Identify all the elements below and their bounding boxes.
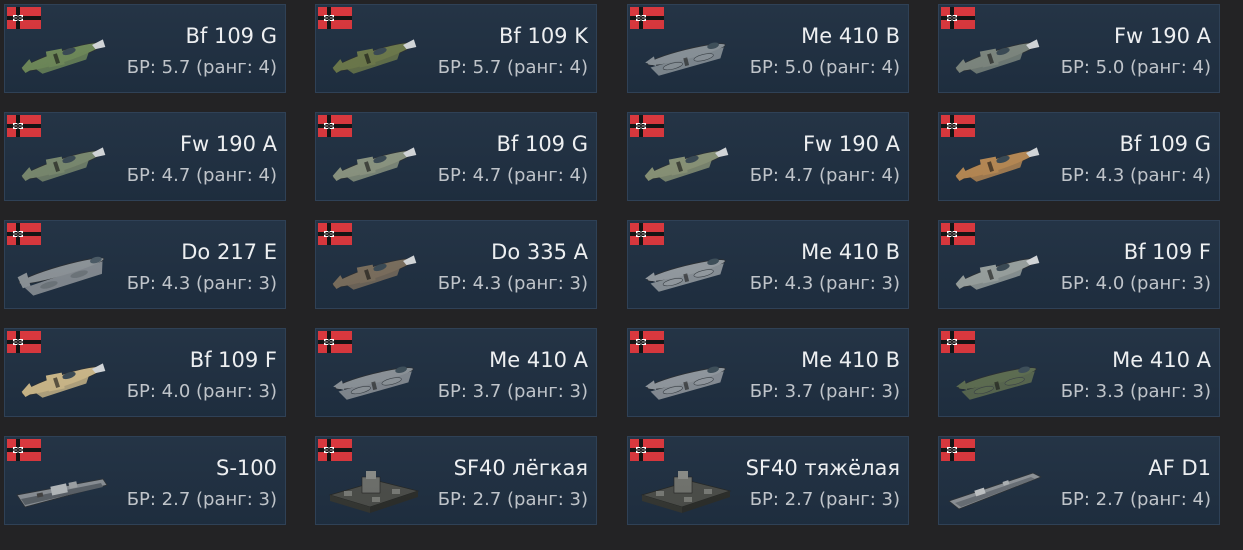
torpedo-boat-icon <box>16 478 108 508</box>
vehicle-card[interactable]: Fw 190 A БР: 4.7 (ранг: 4) <box>627 112 909 201</box>
vehicle-card[interactable]: Bf 109 G БР: 5.7 (ранг: 4) <box>4 4 286 93</box>
vehicle-card[interactable]: Fw 190 A БР: 5.0 (ранг: 4) <box>938 4 1220 93</box>
fighter-plane-icon <box>332 39 417 74</box>
battle-rating: БР: 4.7 (ранг: 4) <box>437 165 588 186</box>
fighter-plane-icon <box>955 39 1040 74</box>
vehicle-card[interactable]: SF40 лёгкая БР: 2.7 (ранг: 3) <box>315 436 597 525</box>
vehicle-card[interactable]: SF40 тяжёлая БР: 2.7 (ранг: 3) <box>627 436 909 525</box>
battle-rating: БР: 4.0 (ранг: 3) <box>1060 273 1211 294</box>
battle-rating: БР: 3.7 (ранг: 3) <box>437 381 588 402</box>
vehicle-name: Me 410 A <box>489 348 588 372</box>
battle-rating: БР: 4.3 (ранг: 3) <box>749 273 900 294</box>
vehicle-name: Fw 190 A <box>1113 24 1211 48</box>
fighter-plane-icon <box>955 255 1040 290</box>
fighter-plane-icon <box>21 363 106 398</box>
fighter-plane-icon <box>644 147 729 182</box>
vehicle-name: Bf 109 G <box>496 132 588 156</box>
ferry-barge-icon <box>640 471 732 513</box>
battle-rating: БР: 2.7 (ранг: 3) <box>437 489 588 510</box>
vehicle-name: Bf 109 F <box>1123 240 1211 264</box>
battle-rating: БР: 4.3 (ранг: 3) <box>437 273 588 294</box>
vehicle-name: Bf 109 G <box>185 24 277 48</box>
battle-rating: БР: 2.7 (ранг: 3) <box>126 489 277 510</box>
battle-rating: БР: 5.7 (ранг: 4) <box>437 57 588 78</box>
battle-rating: БР: 5.0 (ранг: 4) <box>749 57 900 78</box>
fighter-plane-icon <box>21 39 106 74</box>
vehicle-card[interactable]: Me 410 B БР: 5.0 (ранг: 4) <box>627 4 909 93</box>
ferry-barge-icon <box>328 471 420 513</box>
vehicle-card[interactable]: Bf 109 G БР: 4.3 (ранг: 4) <box>938 112 1220 201</box>
twin-engine-plane-icon <box>645 42 726 76</box>
vehicle-card[interactable]: Me 410 A БР: 3.7 (ранг: 3) <box>315 328 597 417</box>
vehicle-card[interactable]: S-100 БР: 2.7 (ранг: 3) <box>4 436 286 525</box>
vehicle-name: Fw 190 A <box>802 132 900 156</box>
vehicle-card[interactable]: Bf 109 G БР: 4.7 (ранг: 4) <box>315 112 597 201</box>
battle-rating: БР: 3.3 (ранг: 3) <box>1060 381 1211 402</box>
landing-craft-icon <box>948 472 1042 510</box>
twin-engine-plane-icon <box>333 366 414 400</box>
battle-rating: БР: 2.7 (ранг: 4) <box>1060 489 1211 510</box>
vehicle-name: Do 335 A <box>491 240 588 264</box>
vehicle-name: Bf 109 G <box>1119 132 1211 156</box>
bomber-plane-icon <box>17 256 105 296</box>
twin-engine-plane-icon <box>956 366 1037 400</box>
vehicle-name: Me 410 B <box>801 24 900 48</box>
battle-rating: БР: 3.7 (ранг: 3) <box>749 381 900 402</box>
vehicle-name: Me 410 A <box>1112 348 1211 372</box>
battle-rating: БР: 4.7 (ранг: 4) <box>126 165 277 186</box>
vehicle-name: SF40 лёгкая <box>453 456 588 480</box>
fighter-plane-icon <box>955 147 1040 182</box>
battle-rating: БР: 4.0 (ранг: 3) <box>126 381 277 402</box>
vehicle-name: SF40 тяжёлая <box>745 456 900 480</box>
vehicle-card[interactable]: Fw 190 A БР: 4.7 (ранг: 4) <box>4 112 286 201</box>
vehicle-name: Me 410 B <box>801 240 900 264</box>
vehicle-card[interactable]: Bf 109 F БР: 4.0 (ранг: 3) <box>4 328 286 417</box>
vehicle-card[interactable]: Bf 109 F БР: 4.0 (ранг: 3) <box>938 220 1220 309</box>
vehicle-card[interactable]: Bf 109 K БР: 5.7 (ранг: 4) <box>315 4 597 93</box>
twin-engine-plane-icon <box>645 258 726 292</box>
vehicle-name: S-100 <box>216 456 277 480</box>
twin-engine-plane-icon <box>645 366 726 400</box>
battle-rating: БР: 4.7 (ранг: 4) <box>749 165 900 186</box>
vehicle-card[interactable]: Me 410 B БР: 3.7 (ранг: 3) <box>627 328 909 417</box>
battle-rating: БР: 5.0 (ранг: 4) <box>1060 57 1211 78</box>
vehicle-name: Bf 109 F <box>189 348 277 372</box>
vehicle-name: Bf 109 K <box>498 24 588 48</box>
vehicle-card[interactable]: Do 335 A БР: 4.3 (ранг: 3) <box>315 220 597 309</box>
vehicle-name: Fw 190 A <box>179 132 277 156</box>
vehicle-name: Me 410 B <box>801 348 900 372</box>
vehicle-card[interactable]: AF D1 БР: 2.7 (ранг: 4) <box>938 436 1220 525</box>
vehicle-card[interactable]: Do 217 E БР: 4.3 (ранг: 3) <box>4 220 286 309</box>
vehicle-card[interactable]: Me 410 B БР: 4.3 (ранг: 3) <box>627 220 909 309</box>
vehicle-grid: Bf 109 G БР: 5.7 (ранг: 4) Bf 109 K БР: … <box>0 0 1243 550</box>
vehicle-card[interactable]: Me 410 A БР: 3.3 (ранг: 3) <box>938 328 1220 417</box>
battle-rating: БР: 4.3 (ранг: 4) <box>1060 165 1211 186</box>
fighter-plane-icon <box>21 147 106 182</box>
battle-rating: БР: 5.7 (ранг: 4) <box>126 57 277 78</box>
vehicle-name: AF D1 <box>1148 456 1211 480</box>
battle-rating: БР: 4.3 (ранг: 3) <box>126 273 277 294</box>
vehicle-name: Do 217 E <box>181 240 277 264</box>
fighter-plane-icon <box>332 255 417 290</box>
battle-rating: БР: 2.7 (ранг: 3) <box>749 489 900 510</box>
fighter-plane-icon <box>332 147 417 182</box>
